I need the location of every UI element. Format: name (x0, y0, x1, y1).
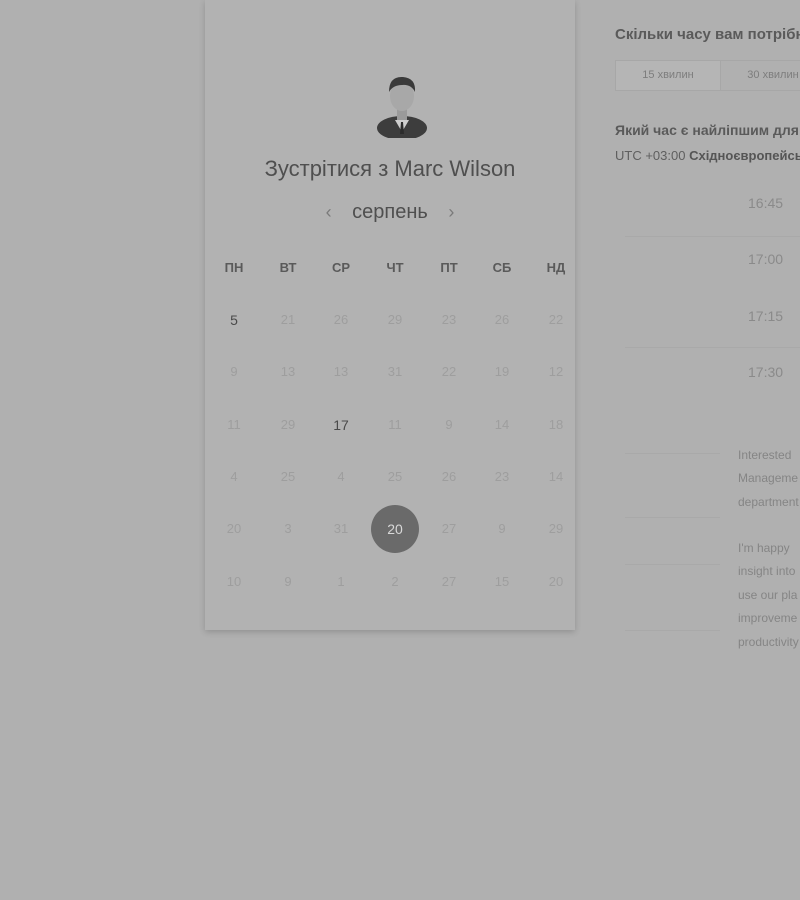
calendar-day[interactable]: 25 (375, 469, 415, 484)
duration-option-30[interactable]: 30 хвилин (721, 61, 800, 90)
paragraph-line: use our pla (738, 587, 798, 602)
calendar-day[interactable]: 10 (214, 574, 254, 589)
calendar-day[interactable]: 23 (429, 312, 469, 327)
description-paragraph-1: Interested Manageme department (738, 444, 800, 514)
calendar-day[interactable]: 29 (375, 312, 415, 327)
section-divider (625, 453, 720, 454)
duration-selector: 15 хвилин 30 хвилин (615, 60, 800, 91)
calendar-day[interactable]: 22 (536, 312, 576, 327)
paragraph-line: I'm happy (738, 541, 790, 555)
calendar-day[interactable]: 14 (536, 469, 576, 484)
calendar-day[interactable]: 9 (429, 417, 469, 432)
duration-question: Скільки часу вам потрібно? (615, 26, 800, 43)
calendar-day[interactable]: 26 (429, 469, 469, 484)
calendar-day[interactable]: 11 (375, 417, 415, 432)
booking-card: Зустрітися з Marc Wilson ‹ серпень › ПН В… (205, 0, 575, 630)
paragraph-line: department (738, 494, 799, 509)
paragraph-line: Interested (738, 448, 792, 462)
calendar-day[interactable]: 20 (214, 521, 254, 536)
weekday-label: ПТ (440, 260, 458, 275)
calendar-day[interactable]: 27 (429, 574, 469, 589)
calendar-day[interactable]: 23 (482, 469, 522, 484)
paragraph-line: productivity (738, 634, 799, 649)
calendar-day[interactable]: 29 (536, 521, 576, 536)
calendar-day[interactable]: 11 (214, 417, 254, 432)
calendar-day[interactable]: 12 (536, 364, 576, 379)
description-paragraph-2: I'm happy insight into use our pla impro… (738, 537, 800, 654)
month-label: серпень (352, 201, 428, 223)
timezone-label: UTC +03:00 Східноєвропейський час (615, 148, 800, 163)
calendar-day[interactable]: 17 (321, 417, 361, 433)
time-slot[interactable]: 17:30 (748, 364, 800, 380)
section-divider (625, 517, 720, 518)
calendar-day[interactable]: 31 (375, 364, 415, 379)
calendar-day[interactable]: 19 (482, 364, 522, 379)
calendar-day[interactable]: 21 (268, 312, 308, 327)
calendar-day[interactable]: 22 (429, 364, 469, 379)
calendar-day[interactable]: 3 (268, 521, 308, 536)
calendar-day[interactable]: 4 (321, 469, 361, 484)
page-title: Зустрітися з Marc Wilson (264, 156, 516, 181)
weekday-label: ЧТ (386, 260, 404, 275)
slot-divider (625, 347, 800, 348)
paragraph-line: improveme (738, 611, 798, 626)
month-navigation: ‹ серпень › (205, 201, 575, 224)
calendar-day[interactable]: 4 (214, 469, 254, 484)
weekday-label: ВТ (279, 260, 297, 275)
calendar-day[interactable]: 14 (482, 417, 522, 432)
time-slot[interactable]: 17:00 (748, 251, 800, 267)
calendar-day[interactable]: 26 (321, 312, 361, 327)
calendar-day[interactable]: 31 (321, 521, 361, 536)
time-slot[interactable]: 17:15 (748, 308, 800, 324)
calendar-day[interactable]: 9 (214, 364, 254, 379)
weekday-label: СБ (492, 260, 512, 275)
timezone-offset: UTC +03:00 (615, 148, 686, 163)
next-month-button[interactable]: › (441, 202, 461, 223)
calendar-day[interactable]: 25 (268, 469, 308, 484)
weekday-label: ПН (224, 260, 244, 275)
calendar-day[interactable]: 29 (268, 417, 308, 432)
calendar-day[interactable]: 5 (214, 312, 254, 328)
paragraph-line: insight into (738, 564, 796, 579)
right-panel: Скільки часу вам потрібно? 15 хвилин 30 … (615, 0, 800, 900)
calendar-day[interactable]: 2 (375, 574, 415, 589)
calendar-day[interactable]: 9 (268, 574, 308, 589)
slot-divider (625, 236, 800, 237)
calendar-day[interactable]: 1 (321, 574, 361, 589)
calendar-day[interactable]: 20 (536, 574, 576, 589)
calendar-day-selected[interactable]: 20 (371, 505, 419, 553)
weekday-label: СР (331, 260, 351, 275)
section-divider (625, 630, 720, 631)
calendar-day[interactable]: 13 (321, 364, 361, 379)
duration-option-15[interactable]: 15 хвилин (616, 61, 721, 90)
calendar-day[interactable]: 15 (482, 574, 522, 589)
time-slot[interactable]: 16:45 (748, 195, 800, 211)
calendar-day[interactable]: 27 (429, 521, 469, 536)
profile-avatar (377, 76, 427, 138)
time-question: Який час є найліпшим для вас? (615, 122, 800, 138)
prev-month-button[interactable]: ‹ (319, 202, 339, 223)
timezone-name: Східноєвропейський час (689, 148, 800, 163)
weekday-label: НД (546, 260, 566, 275)
paragraph-line: Manageme (738, 471, 799, 486)
calendar-day[interactable]: 26 (482, 312, 522, 327)
section-divider (625, 564, 720, 565)
calendar-day[interactable]: 18 (536, 417, 576, 432)
calendar-day[interactable]: 13 (268, 364, 308, 379)
calendar-day[interactable]: 9 (482, 521, 522, 536)
